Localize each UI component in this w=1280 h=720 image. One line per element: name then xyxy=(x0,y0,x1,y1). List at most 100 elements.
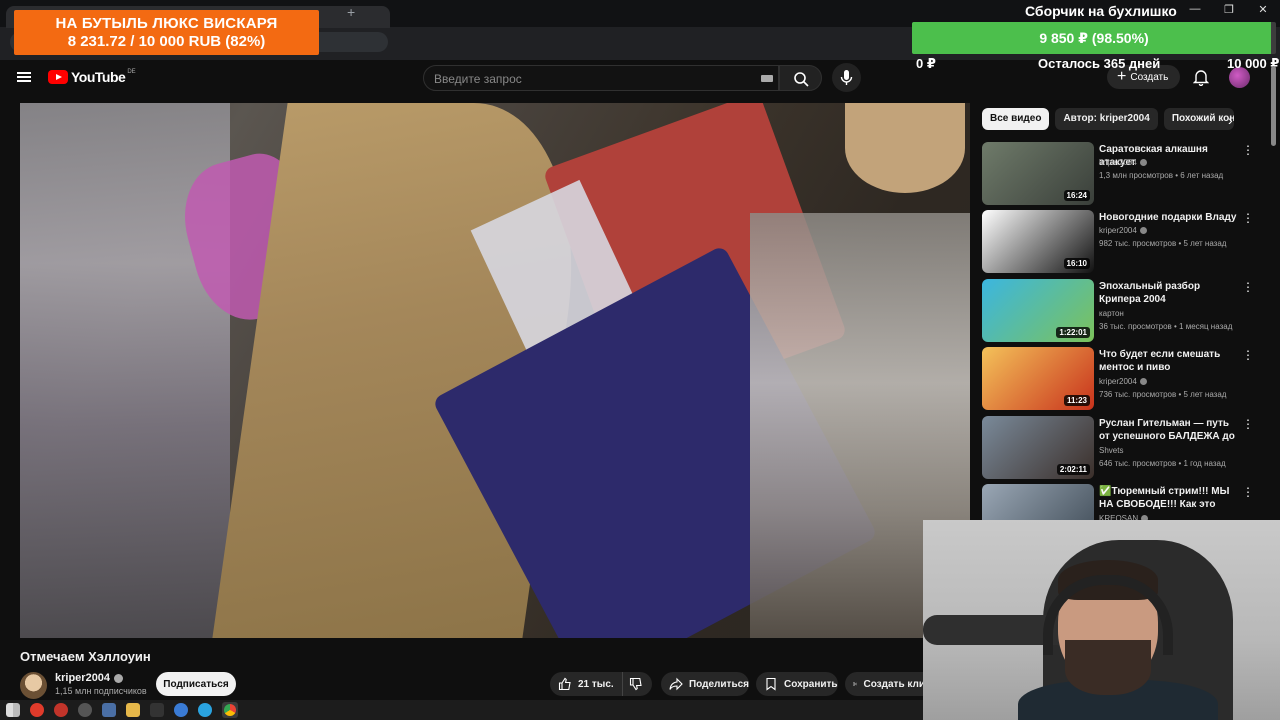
new-tab-icon[interactable]: + xyxy=(347,4,355,20)
close-icon[interactable]: ✕ xyxy=(1256,3,1270,16)
voice-search-button[interactable] xyxy=(832,63,861,92)
recommendation-item[interactable]: 16:10 Новогодние подарки Владу kriper2004 9… xyxy=(982,210,1267,274)
scrollbar[interactable] xyxy=(1271,66,1276,146)
plus-icon: + xyxy=(1117,68,1127,85)
dislike-button[interactable] xyxy=(622,672,652,696)
recommendation-title[interactable]: Руслан Гительман — путь от успешного БАЛ… xyxy=(1099,417,1237,443)
recommendation-meta: 982 тыс. просмотров • 5 лет назад xyxy=(1099,239,1227,248)
kebab-icon[interactable]: ⋮ xyxy=(1242,349,1254,361)
recommendation-channel[interactable]: Shvets xyxy=(1099,446,1123,455)
video-duration: 16:10 xyxy=(1063,258,1090,269)
recommendation-channel-row: kriper2004 xyxy=(1099,158,1147,167)
scissors-icon xyxy=(853,682,858,686)
share-label: Поделиться xyxy=(688,678,749,690)
recommendation-channel-row: kriper2004 xyxy=(1099,226,1147,235)
chip-similar[interactable]: Похожий кон xyxy=(1163,108,1234,130)
recommendation-title[interactable]: Новогодние подарки Владу xyxy=(1099,211,1237,224)
window-controls: — ❐ ✕ xyxy=(1188,3,1270,16)
chip-by-author[interactable]: Автор: kriper2004 xyxy=(1055,108,1158,130)
collection-title: Сборчик на бухлишко xyxy=(1025,3,1177,19)
video-thumbnail[interactable]: 1:22:01 xyxy=(982,279,1094,342)
recommendation-channel-row: Shvets xyxy=(1099,446,1123,455)
yandex-browser-icon[interactable] xyxy=(30,703,44,717)
video-duration: 16:24 xyxy=(1063,190,1090,201)
kebab-icon[interactable]: ⋮ xyxy=(1242,212,1254,224)
youtube-logo[interactable]: YouTube DE xyxy=(48,69,136,85)
app-icon-blue[interactable] xyxy=(102,703,116,717)
channel-name[interactable]: kriper2004 xyxy=(55,672,110,684)
subscribe-button[interactable]: Подписаться xyxy=(156,672,236,696)
kebab-icon[interactable]: ⋮ xyxy=(1242,486,1254,498)
recommendation-meta: 646 тыс. просмотров • 1 год назад xyxy=(1099,459,1226,468)
video-title: Отмечаем Хэллоуин xyxy=(20,649,151,664)
verified-icon xyxy=(1139,159,1147,166)
bell-icon xyxy=(1192,70,1210,87)
recommendation-channel[interactable]: kriper2004 xyxy=(1099,377,1137,386)
search-input[interactable] xyxy=(434,70,754,87)
youtube-logo-icon xyxy=(48,70,68,84)
minimize-icon[interactable]: — xyxy=(1188,3,1202,16)
recommendation-item[interactable]: 16:24 Саратовская алкашня атакует kriper20… xyxy=(982,142,1267,206)
clip-label: Создать кли xyxy=(863,678,925,690)
recommendation-title[interactable]: Эпохальный разбор Крипера 2004 xyxy=(1099,280,1237,306)
video-thumbnail[interactable]: 11:23 xyxy=(982,347,1094,410)
collection-progress-bar: 9 850 ₽ (98.50%) xyxy=(912,22,1276,54)
recommendation-channel-row: kriper2004 xyxy=(1099,377,1147,386)
video-frame-face xyxy=(845,103,965,193)
recommendation-title[interactable]: ✅Тюремный стрим!!! МЫ НА СВОБОДЕ!!! Как … xyxy=(1099,485,1237,511)
taskbar-active-item[interactable] xyxy=(222,702,238,718)
clip-button[interactable]: Создать кли xyxy=(845,672,925,696)
video-thumbnail[interactable]: 16:24 xyxy=(982,142,1094,205)
like-count: 21 тыс. xyxy=(578,678,614,690)
search-box xyxy=(423,65,779,91)
kebab-icon[interactable]: ⋮ xyxy=(1242,418,1254,430)
recommendation-item[interactable]: 11:23 Что будет если смешать ментос и пив… xyxy=(982,347,1267,411)
recommendation-channel[interactable]: kriper2004 xyxy=(1099,158,1137,167)
video-player[interactable] xyxy=(20,103,970,638)
recommendation-title[interactable]: Что будет если смешать ментос и пиво xyxy=(1099,348,1237,374)
restore-icon[interactable]: ❐ xyxy=(1222,3,1236,16)
kebab-icon[interactable]: ⋮ xyxy=(1242,281,1254,293)
recommendation-meta: 36 тыс. просмотров • 1 месяц назад xyxy=(1099,322,1233,331)
chevron-right-icon[interactable]: › xyxy=(1228,112,1233,128)
verified-icon xyxy=(114,673,124,683)
telegram-icon[interactable] xyxy=(198,703,212,717)
app-icon-round-blue[interactable] xyxy=(174,703,188,717)
save-button[interactable]: Сохранить xyxy=(756,672,838,696)
video-duration: 2:02:11 xyxy=(1056,464,1090,475)
video-thumbnail[interactable]: 2:02:11 xyxy=(982,416,1094,479)
create-label: Создать xyxy=(1130,71,1169,83)
recommendation-channel[interactable]: картон xyxy=(1099,309,1124,318)
chip-all-videos[interactable]: Все видео xyxy=(982,108,1050,130)
dislike-icon xyxy=(629,677,642,691)
search-button[interactable] xyxy=(779,65,822,91)
channel-name-row: kriper2004 xyxy=(55,672,124,684)
share-button[interactable]: Поделиться xyxy=(661,672,749,696)
notifications-button[interactable] xyxy=(1192,68,1210,91)
windows-start-icon[interactable] xyxy=(6,703,20,717)
folder-icon[interactable] xyxy=(126,703,140,717)
share-icon xyxy=(669,677,683,691)
screen: + — ❐ ✕ YouTube DE Введите запрос + Созд… xyxy=(0,0,1280,720)
like-button[interactable]: 21 тыс. xyxy=(550,672,622,696)
recommendation-item[interactable]: 2:02:11 Руслан Гительман — путь от успешн… xyxy=(982,416,1267,480)
app-icon-dark[interactable] xyxy=(150,703,164,717)
region-code: DE xyxy=(127,69,136,75)
donation-goal-amount: 8 231.72 / 10 000 RUB (82%) xyxy=(67,33,266,50)
obs-icon[interactable] xyxy=(78,703,92,717)
verified-icon xyxy=(1139,378,1147,385)
recommendation-item[interactable]: 1:22:01 Эпохальный разбор Крипера 2004 кар… xyxy=(982,279,1267,343)
recommendation-channel[interactable]: kriper2004 xyxy=(1099,226,1137,235)
recommendation-meta: 1,3 млн просмотров • 6 лет назад xyxy=(1099,171,1224,180)
recommendation-meta: 736 тыс. просмотров • 5 лет назад xyxy=(1099,390,1227,399)
app-icon-red[interactable] xyxy=(54,703,68,717)
channel-avatar[interactable] xyxy=(20,672,47,699)
menu-icon[interactable] xyxy=(17,72,31,82)
like-icon xyxy=(558,677,571,691)
kebab-icon[interactable]: ⋮ xyxy=(1242,144,1254,156)
keyboard-icon[interactable] xyxy=(761,75,773,82)
mic-icon xyxy=(840,70,853,85)
search-icon xyxy=(794,72,809,87)
video-thumbnail[interactable]: 16:10 xyxy=(982,210,1094,273)
donation-alert: НА БУТЫЛЬ ЛЮКС ВИСКАРЯ 8 231.72 / 10 000… xyxy=(14,10,319,55)
